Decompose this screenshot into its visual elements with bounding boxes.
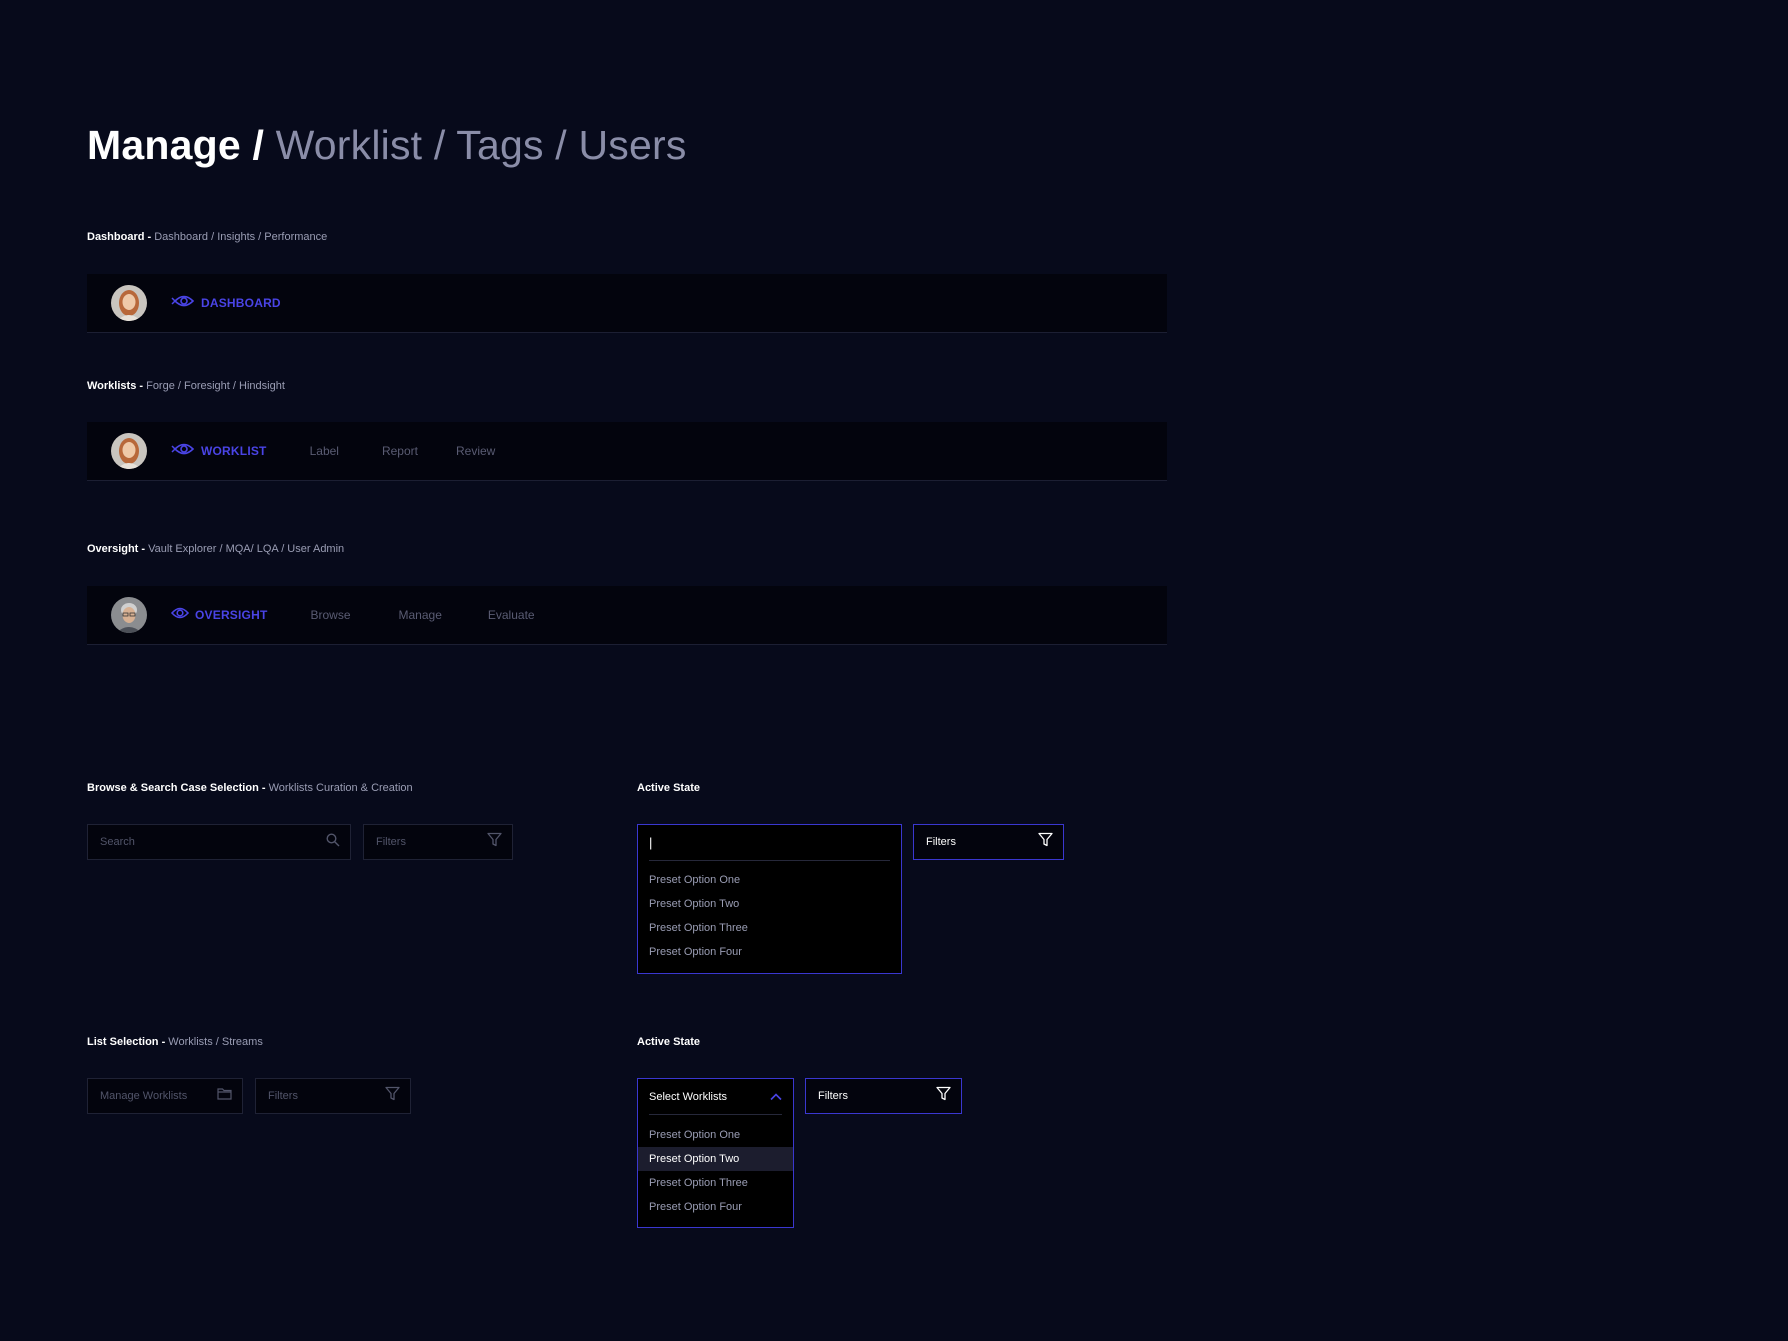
folder-icon (217, 1087, 232, 1105)
browse-caption: Browse & Search Case Selection - Worklis… (87, 782, 413, 794)
list-item[interactable]: Preset Option One (638, 868, 901, 892)
nav-item-report[interactable]: Report (382, 444, 418, 458)
filter-icon (1038, 832, 1053, 852)
filters-placeholder: Filters (268, 1090, 298, 1102)
nav-item-label[interactable]: Label (310, 444, 339, 458)
oversight-caption: Oversight - Vault Explorer / MQA/ LQA / … (87, 543, 345, 555)
dashboard-brand[interactable]: DASHBOARD (171, 294, 281, 313)
worklists-caption: Worklists - Forge / Foresight / Hindsigh… (87, 380, 285, 392)
worklists-navbar: WORKLIST Label Report Review (87, 422, 1167, 481)
filters-button-active[interactable]: Filters (913, 824, 1064, 860)
search-input-active[interactable]: | (649, 825, 890, 861)
oversight-brand[interactable]: OVERSIGHT (170, 606, 268, 625)
eye-icon (170, 606, 190, 625)
text-cursor: | (649, 835, 653, 850)
select-worklists-value: Select Worklists (649, 1090, 728, 1103)
filter-icon (936, 1086, 951, 1106)
search-placeholder: Search (100, 836, 135, 848)
search-input[interactable]: Search (87, 824, 351, 860)
oversight-navbar: OVERSIGHT Browse Manage Evaluate (87, 586, 1167, 645)
filters-button[interactable]: Filters (363, 824, 513, 860)
dashboard-navbar: DASHBOARD (87, 274, 1167, 333)
nav-item-manage[interactable]: Manage (399, 608, 442, 622)
manage-worklists-placeholder: Manage Worklists (100, 1090, 188, 1102)
filter-icon (385, 1086, 400, 1106)
list-item[interactable]: Preset Option One (638, 1123, 793, 1147)
avatar[interactable] (111, 597, 147, 633)
avatar[interactable] (111, 433, 147, 469)
dashboard-caption: Dashboard - Dashboard / Insights / Perfo… (87, 231, 328, 243)
worklists-dropdown: Select Worklists Preset Option One Prese… (637, 1078, 794, 1228)
filter-icon (487, 832, 502, 852)
manage-worklists-select[interactable]: Manage Worklists (87, 1078, 243, 1114)
brand-label: OVERSIGHT (195, 608, 268, 622)
nav-item-evaluate[interactable]: Evaluate (488, 608, 535, 622)
select-worklists-trigger[interactable]: Select Worklists (649, 1079, 782, 1115)
list-item[interactable]: Preset Option Four (638, 940, 901, 964)
option-list: Preset Option One Preset Option Two Pres… (638, 1115, 793, 1219)
avatar[interactable] (111, 285, 147, 321)
list-item[interactable]: Preset Option Three (638, 916, 901, 940)
eye-icon (171, 294, 195, 313)
worklist-brand[interactable]: WORKLIST (171, 442, 267, 461)
eye-icon (171, 442, 195, 461)
option-list: Preset Option One Preset Option Two Pres… (638, 861, 901, 964)
list-item[interactable]: Preset Option Two (638, 892, 901, 916)
search-dropdown: | Preset Option One Preset Option Two Pr… (637, 824, 902, 974)
filters-button[interactable]: Filters (255, 1078, 411, 1114)
page-title: Manage / Worklist / Tags / Users (87, 122, 687, 168)
nav-item-review[interactable]: Review (456, 444, 495, 458)
filters-button-active[interactable]: Filters (805, 1078, 962, 1114)
active-state-caption: Active State (637, 1036, 700, 1048)
filters-label: Filters (926, 836, 956, 848)
brand-label: DASHBOARD (201, 296, 281, 310)
list-caption: List Selection - Worklists / Streams (87, 1036, 263, 1048)
list-item[interactable]: Preset Option Four (638, 1195, 793, 1219)
active-state-caption: Active State (637, 782, 700, 794)
filters-placeholder: Filters (376, 836, 406, 848)
brand-label: WORKLIST (201, 444, 267, 458)
chevron-up-icon[interactable] (770, 1088, 782, 1106)
list-item[interactable]: Preset Option Three (638, 1171, 793, 1195)
filters-label: Filters (818, 1090, 848, 1102)
nav-item-browse[interactable]: Browse (310, 608, 350, 622)
search-icon (326, 832, 340, 852)
list-item-selected[interactable]: Preset Option Two (638, 1147, 793, 1171)
